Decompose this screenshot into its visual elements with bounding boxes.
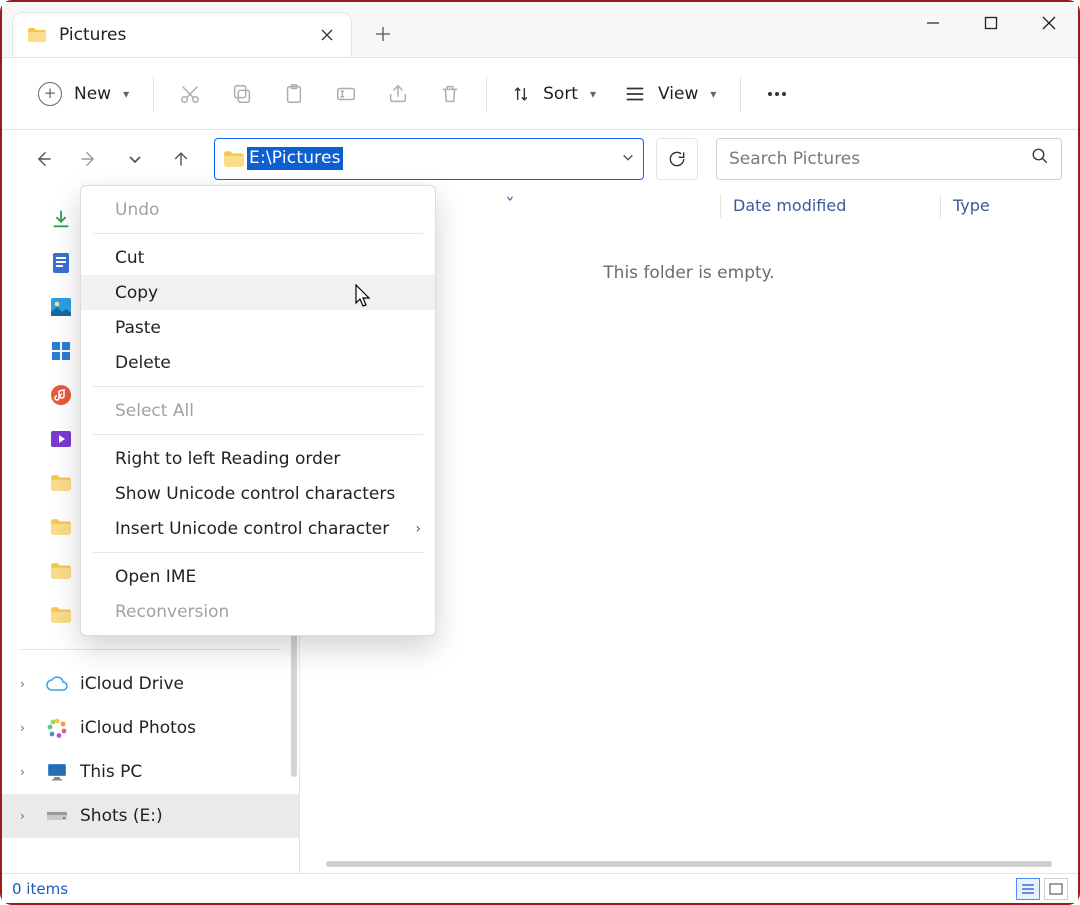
recent-locations-button[interactable]: [114, 139, 156, 179]
minimize-button[interactable]: [904, 2, 962, 44]
new-label: New: [74, 84, 111, 104]
folder-icon: [50, 472, 72, 494]
share-button[interactable]: [374, 72, 422, 116]
photos-icon: [46, 717, 68, 739]
menu-item-insert-unicode[interactable]: Insert Unicode control character›: [81, 511, 435, 546]
window-controls: [904, 2, 1078, 57]
downloads-icon: [50, 208, 72, 230]
mouse-cursor-icon: [355, 284, 373, 308]
content-horizontal-scrollbar[interactable]: [326, 861, 1052, 867]
tab-close-button[interactable]: [317, 22, 337, 49]
toolbar-separator: [486, 76, 487, 112]
tab-title: Pictures: [59, 25, 126, 45]
chevron-right-icon[interactable]: ›: [20, 765, 34, 779]
maximize-button[interactable]: [962, 2, 1020, 44]
status-bar: 0 items: [2, 873, 1078, 903]
chevron-down-icon: ▾: [123, 87, 129, 101]
address-path-selected[interactable]: E:\Pictures: [247, 147, 343, 170]
back-button[interactable]: [22, 139, 64, 179]
sidebar-divider: [20, 649, 281, 650]
music-icon: [50, 384, 72, 406]
tree-label: iCloud Drive: [80, 674, 184, 694]
list-view-icon: [624, 84, 646, 104]
up-button[interactable]: [160, 139, 202, 179]
toolbar-separator: [153, 76, 154, 112]
folder-icon: [223, 150, 245, 168]
new-button[interactable]: + New ▾: [26, 72, 141, 116]
tab-pictures[interactable]: Pictures: [12, 12, 352, 57]
chevron-right-icon[interactable]: ›: [20, 809, 34, 823]
chevron-right-icon: ›: [415, 521, 421, 537]
menu-item-select-all: Select All: [81, 393, 435, 428]
forward-button[interactable]: [68, 139, 110, 179]
address-history-dropdown[interactable]: [621, 149, 635, 168]
videos-icon: [50, 428, 72, 450]
details-view-button[interactable]: [1016, 878, 1040, 900]
search-input[interactable]: Search Pictures: [716, 138, 1062, 180]
navigation-row: E:\Pictures Search Pictures: [2, 130, 1078, 187]
drive-icon: [46, 805, 68, 827]
tree-label: iCloud Photos: [80, 718, 196, 738]
search-icon: [1031, 147, 1049, 170]
tree-item-icloud-photos[interactable]: › iCloud Photos: [2, 706, 299, 750]
cloud-icon: [46, 673, 68, 695]
delete-button[interactable]: [426, 72, 474, 116]
status-item-count: 0 items: [12, 880, 68, 898]
tree-item-this-pc[interactable]: › This PC: [2, 750, 299, 794]
menu-item-delete[interactable]: Delete: [81, 345, 435, 380]
folder-icon: [50, 604, 72, 626]
tree-item-icloud-drive[interactable]: › iCloud Drive: [2, 662, 299, 706]
menu-item-open-ime[interactable]: Open IME: [81, 559, 435, 594]
chevron-down-icon: ▾: [710, 87, 716, 101]
chevron-right-icon[interactable]: ›: [20, 721, 34, 735]
cut-button[interactable]: [166, 72, 214, 116]
toolbar-separator: [740, 76, 741, 112]
column-header-type[interactable]: Type: [940, 194, 1078, 218]
sort-caret-icon: ˇ: [505, 194, 515, 218]
new-tab-button[interactable]: [368, 19, 398, 49]
chevron-down-icon: ▾: [590, 87, 596, 101]
paste-button[interactable]: [270, 72, 318, 116]
menu-item-reconversion: Reconversion: [81, 594, 435, 629]
refresh-button[interactable]: [656, 138, 698, 180]
address-bar[interactable]: E:\Pictures: [214, 138, 644, 180]
sort-icon: [511, 84, 531, 104]
title-bar: Pictures: [2, 2, 1078, 57]
chevron-right-icon[interactable]: ›: [20, 677, 34, 691]
close-window-button[interactable]: [1020, 2, 1078, 44]
documents-icon: [50, 252, 72, 274]
plus-circle-icon: +: [38, 82, 62, 106]
thumbnails-view-button[interactable]: [1044, 878, 1068, 900]
column-header-date[interactable]: Date modified: [720, 194, 940, 218]
menu-item-undo: Undo: [81, 192, 435, 227]
pictures-icon: [50, 296, 72, 318]
sort-label: Sort: [543, 84, 578, 104]
menu-item-paste[interactable]: Paste: [81, 310, 435, 345]
sort-button[interactable]: Sort ▾: [499, 72, 608, 116]
view-label: View: [658, 84, 698, 104]
toolbar: + New ▾ Sort: [2, 57, 1078, 130]
search-placeholder: Search Pictures: [729, 149, 860, 169]
more-button[interactable]: [753, 72, 801, 116]
view-button[interactable]: View ▾: [612, 72, 728, 116]
tree-label: This PC: [80, 762, 142, 782]
copy-button[interactable]: [218, 72, 266, 116]
context-menu: Undo Cut Copy Paste Delete Select All Ri…: [80, 185, 436, 636]
menu-item-copy[interactable]: Copy: [81, 275, 435, 310]
apps-icon: [50, 340, 72, 362]
tree-label: Shots (E:): [80, 806, 163, 826]
folder-icon: [27, 27, 47, 43]
tree-item-shots-drive[interactable]: › Shots (E:): [2, 794, 299, 838]
menu-item-cut[interactable]: Cut: [81, 240, 435, 275]
folder-icon: [50, 516, 72, 538]
rename-button[interactable]: [322, 72, 370, 116]
menu-item-show-unicode[interactable]: Show Unicode control characters: [81, 476, 435, 511]
menu-item-rtl[interactable]: Right to left Reading order: [81, 441, 435, 476]
monitor-icon: [46, 761, 68, 783]
folder-icon: [50, 560, 72, 582]
